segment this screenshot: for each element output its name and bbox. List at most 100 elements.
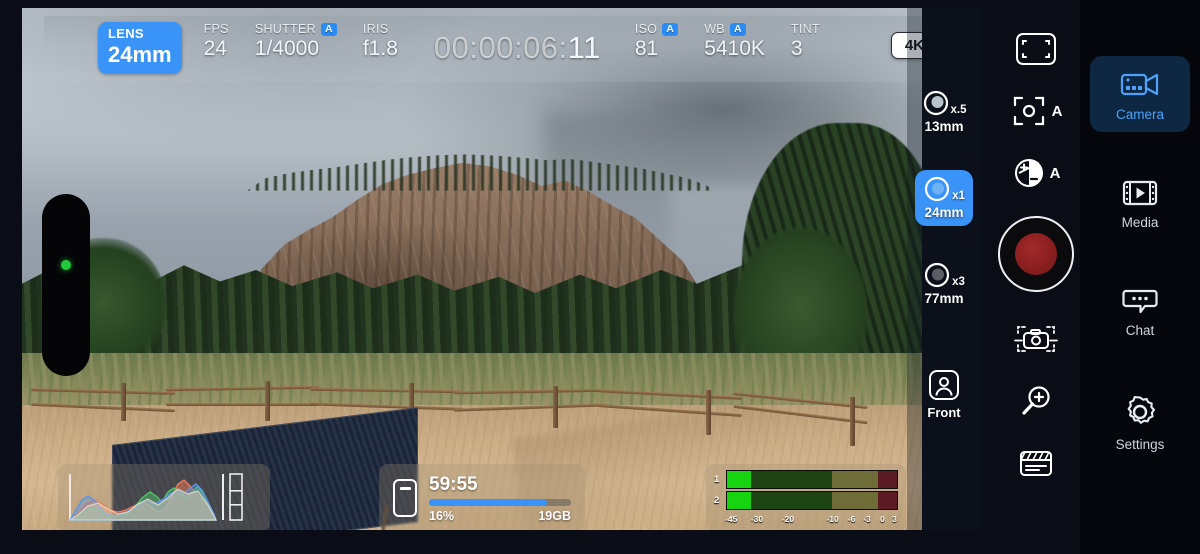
tint-setting[interactable]: TINT 3 [791,22,820,61]
audio-tick: -20 [781,514,795,524]
recording-time-remaining: 59:55 [429,473,478,495]
wooden-fence [22,368,922,446]
lens-focal-length: 77mm [924,291,964,306]
lens-zoom-factor: x.5 [950,104,967,116]
framing-guides-button[interactable] [1004,20,1068,78]
storage-battery-widget[interactable]: 59:55 16% 19GB [379,464,585,530]
camera-controls-bar: A A [992,0,1080,554]
iris-label: IRIS [362,22,389,36]
iso-label-text: ISO [634,22,658,36]
storage-details: 59:55 16% 19GB [429,474,571,523]
audio-channel-label: 1 [714,474,720,485]
snapshot-icon [1014,326,1058,352]
lens-value: 24mm [108,42,172,67]
lens-label: LENS [108,26,144,41]
shutter-value: 1/4000 [254,37,320,60]
nav-item-chat[interactable]: Chat [1090,274,1190,348]
storage-progress-fill [429,498,547,506]
storage-stats-row: 16% 19GB [429,509,571,523]
shutter-auto-badge[interactable]: A [320,22,337,36]
shutter-label: SHUTTER A [255,22,337,36]
record-button-inner [1015,233,1057,275]
rgb-histogram-widget[interactable] [58,464,270,530]
fps-label: FPS [203,22,229,36]
battery-icon [393,479,417,517]
lens-zoom-factor: x1 [952,190,965,202]
lens-focal-length: 13mm [924,119,964,134]
nav-label-media: Media [1121,215,1159,230]
film-play-icon [1122,180,1158,206]
storage-progress-bar [429,498,571,506]
lens-icon [924,176,950,202]
tint-label: TINT [790,22,820,36]
audio-channel-label: 2 [714,495,720,506]
fps-setting[interactable]: FPS 24 [204,22,229,61]
lens-icon [923,90,948,116]
iso-value: 81 [634,37,659,60]
audio-channel-row: 2 [714,491,898,510]
lens-icon-row: x.5 [922,89,967,117]
snapshot-button[interactable] [1004,310,1068,368]
lens-option-ultrawide[interactable]: x.5 13mm [915,84,973,140]
scene-image [22,8,922,530]
iso-setting[interactable]: ISO A 81 [634,22,679,61]
lens-icon-row: x1 [923,175,965,203]
iris-value: f1.8 [362,37,398,60]
focus-status-pill[interactable] [42,194,90,376]
camera-status-bar: LENS 24mm FPS 24 SHUTTER A 1/4000 IRIS f… [44,16,922,82]
tint-value: 3 [790,37,803,60]
chat-bubble-icon [1122,289,1158,314]
shutter-setting[interactable]: SHUTTER A 1/4000 [255,22,337,61]
iso-label: ISO A [634,22,679,36]
clapperboard-icon [1020,451,1052,476]
nav-item-camera[interactable]: Camera [1090,56,1190,132]
audio-tick: -3 [863,514,871,524]
autofocus-button[interactable]: A [1004,82,1068,140]
lens-option-telephoto[interactable]: x3 77mm [915,256,973,312]
timecode-bright: 11 [567,30,601,65]
audio-meters-widget[interactable]: 1 2 -45 -3 0 -20 -10 -6 -3 0 3 [706,464,906,530]
free-space: 19GB [538,508,571,523]
timecode-display[interactable]: 00:00:06:11 [434,30,601,66]
audio-tick: -6 [847,514,856,524]
timecode-dim: 00:00:06: [433,30,568,65]
iris-setting[interactable]: IRIS f1.8 [363,22,398,61]
nav-item-settings[interactable]: Settings [1090,382,1190,462]
lens-option-wide[interactable]: x1 24mm [915,170,973,226]
wb-auto-badge[interactable]: A [729,22,746,36]
nav-label-settings: Settings [1115,437,1165,452]
audio-tick: 3 [892,514,897,524]
audio-scale: -45 -30 -20 -10 -6 -3 0 3 [725,512,898,525]
video-camera-icon [1120,73,1159,96]
record-button[interactable] [998,216,1074,292]
front-camera-button[interactable]: Front [927,368,961,420]
autofocus-auto-label: A [1051,102,1063,120]
zoom-magnifier-icon [1022,386,1050,415]
nav-item-media[interactable]: Media [1090,166,1190,240]
nav-label-camera: Camera [1115,107,1164,122]
wb-label: WB A [704,22,765,36]
zoom-in-button[interactable] [1004,372,1068,430]
audio-tick: -45 [725,514,738,524]
wb-value: 5410K [704,37,765,60]
person-icon [929,370,959,400]
audio-tick: -10 [826,514,839,524]
nav-label-chat: Chat [1125,323,1155,338]
exposure-compensation-button[interactable]: A [1004,144,1068,202]
lens-setting-chip[interactable]: LENS 24mm [98,22,182,74]
lens-icon [924,262,950,288]
exposure-compensation-icon [1014,159,1043,187]
video-preview[interactable]: LENS 24mm FPS 24 SHUTTER A 1/4000 IRIS f… [22,8,922,530]
iso-auto-badge[interactable]: A [662,22,679,36]
gear-icon [1127,396,1156,424]
clapperboard-button[interactable] [1004,434,1068,492]
wb-label-text: WB [704,22,725,36]
audio-level-bar [726,491,898,510]
lens-selector-column: x.5 13mm x1 24mm x3 77mm Front [907,8,981,530]
main-navigation: Camera Media Chat Settings [1080,0,1200,554]
wb-setting[interactable]: WB A 5410K [704,22,765,61]
exposure-auto-label: A [1049,164,1061,182]
fps-value: 24 [203,37,227,60]
audio-tick: 0 [880,514,885,524]
framing-guides-icon [1016,33,1056,65]
